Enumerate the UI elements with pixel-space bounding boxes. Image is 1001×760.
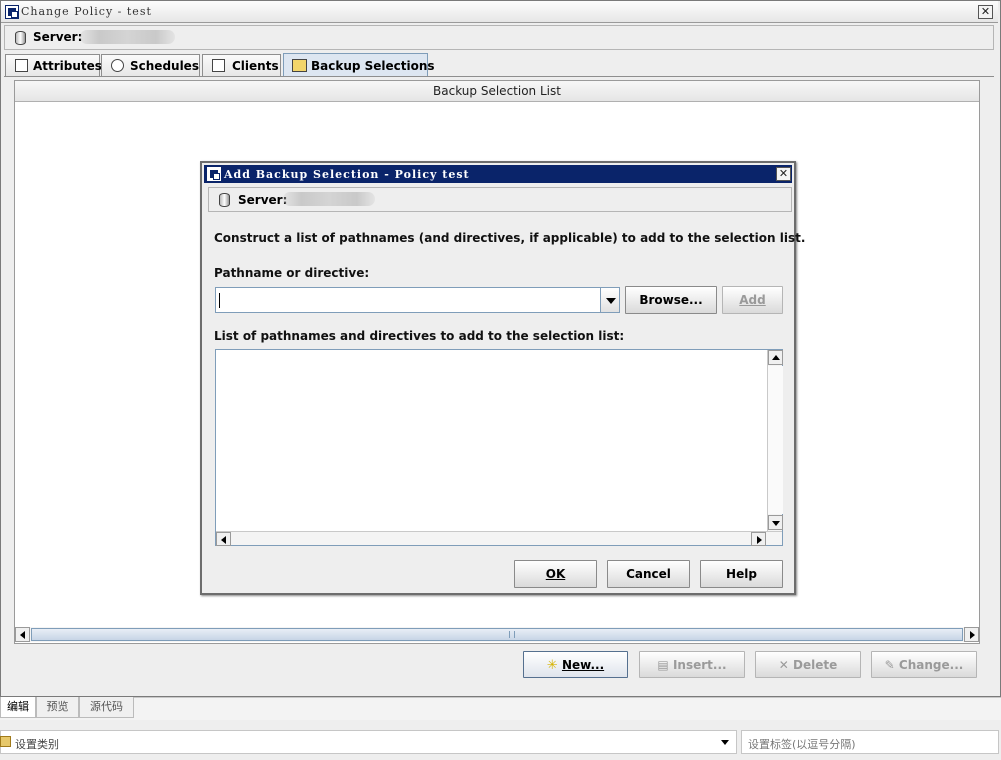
change-pencil-icon: ✎ [884,658,895,672]
editor-tab-source[interactable]: 源代码 [79,697,134,718]
dialog-titlebar[interactable]: Add Backup Selection - Policy test ✕ [204,165,792,183]
browse-button[interactable]: Browse... [625,286,717,314]
dialog-title: Add Backup Selection - Policy test [224,168,470,181]
server-bar: Server: [4,25,994,50]
attributes-icon [15,59,28,72]
add-backup-selection-dialog: Add Backup Selection - Policy test ✕ Ser… [200,161,805,595]
tab-label: Attributes [33,59,102,73]
tab-label: Schedules [130,59,199,73]
tab-clients[interactable]: Clients [202,54,281,77]
tab-label: Backup Selections [311,59,435,73]
tab-schedules[interactable]: Schedules [101,54,200,77]
dialog-app-icon [207,167,221,181]
insert-icon: ▤ [657,658,669,672]
dialog-server-label: Server: [238,193,288,207]
schedules-icon [111,59,124,72]
tab-divider [4,76,994,77]
category-chevron-down-icon[interactable] [721,740,729,745]
cancel-button[interactable]: Cancel [607,560,690,588]
editor-tab-preview[interactable]: 预览 [36,697,79,718]
category-placeholder: 设置类别 [15,738,59,751]
horizontal-scrollbar[interactable] [15,627,979,642]
dialog-close-button[interactable]: ✕ [776,167,791,181]
category-folder-icon [0,736,11,747]
delete-x-icon: ✕ [778,658,789,672]
pathname-list[interactable] [215,349,783,546]
dialog-server-icon [219,193,230,207]
dialog-server-bar: Server: [208,187,792,212]
pathname-dropdown-button[interactable] [600,287,620,313]
server-label: Server: [33,30,83,44]
grip-icon [509,631,515,638]
scroll-right-arrow-icon[interactable] [964,627,979,642]
editor-tab-bar [0,697,1001,720]
editor-tab-edit[interactable]: 编辑 [0,697,36,718]
backup-selections-icon [292,59,307,72]
tags-input[interactable]: 设置标签(以逗号分隔) [741,730,999,754]
tab-attributes[interactable]: Attributes [5,54,102,77]
app-icon [5,5,19,19]
server-icon [15,31,26,45]
new-button[interactable]: ✳ New... [523,651,628,678]
ok-button[interactable]: OK [514,560,597,588]
list-scroll-right-arrow-icon[interactable] [751,532,766,546]
tab-backup-selections[interactable]: Backup Selections [283,53,435,77]
scroll-up-arrow-icon[interactable] [768,350,783,365]
window-title: Change Policy - test [21,5,152,18]
tags-placeholder: 设置标签(以逗号分隔) [748,738,856,751]
clients-icon [212,59,225,72]
scroll-left-arrow-icon[interactable] [15,627,30,642]
window-titlebar[interactable]: Change Policy - test ✕ [1,1,998,23]
scrollbar-thumb[interactable] [31,628,963,641]
scroll-down-arrow-icon[interactable] [768,515,783,530]
selection-list-header[interactable]: Backup Selection List [15,81,979,102]
scroll-track[interactable] [768,366,783,514]
add-button[interactable]: Add [722,286,783,314]
chevron-down-icon [606,298,616,304]
list-horizontal-scrollbar[interactable] [216,531,782,546]
server-name-redacted [80,30,175,44]
help-button[interactable]: Help [700,560,783,588]
new-star-icon: ✳ [546,658,558,673]
window-close-button[interactable]: ✕ [978,5,993,19]
instruction-text: Construct a list of pathnames (and direc… [214,231,806,245]
tab-label: Clients [232,59,279,73]
insert-button[interactable]: ▤ Insert... [639,651,745,678]
text-caret [219,293,220,308]
delete-button[interactable]: ✕ Delete [755,651,861,678]
pathname-label: Pathname or directive: [214,266,370,280]
change-button[interactable]: ✎ Change... [871,651,977,678]
category-select[interactable]: 设置类别 [0,730,737,754]
list-label: List of pathnames and directives to add … [214,329,625,343]
dialog-server-name-redacted [283,192,375,206]
list-scroll-left-arrow-icon[interactable] [216,532,231,546]
pathname-input[interactable] [215,287,620,313]
list-vertical-scrollbar[interactable] [767,350,783,531]
